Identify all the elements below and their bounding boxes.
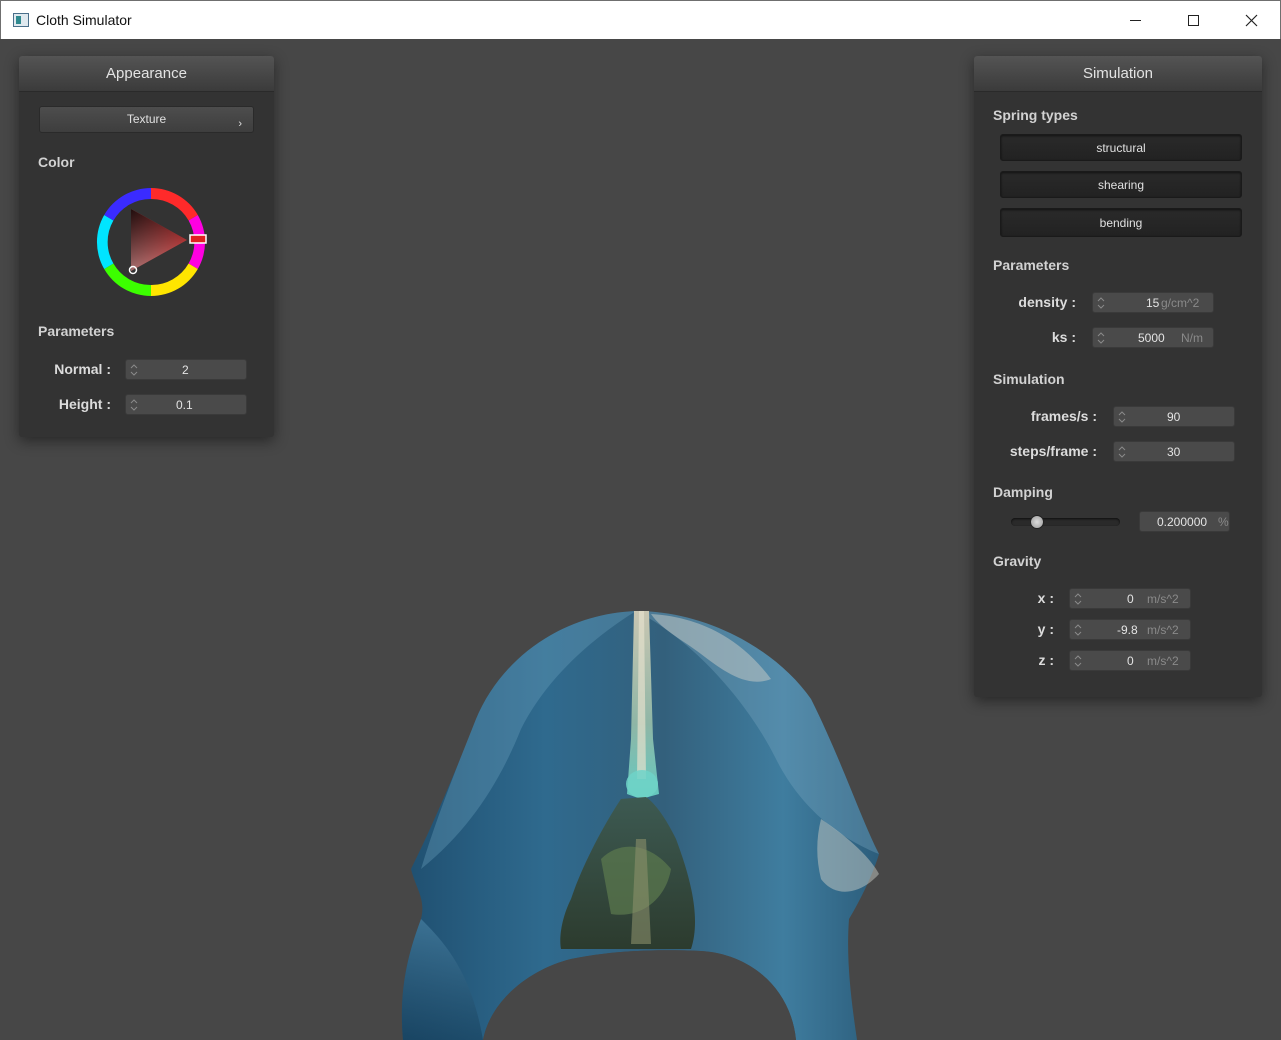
gravity-y-unit: m/s^2	[1147, 623, 1179, 637]
gravity-z-unit: m/s^2	[1147, 654, 1179, 668]
minimize-button[interactable]	[1106, 1, 1164, 40]
chevron-right-icon: ›	[238, 118, 242, 130]
app-icon	[13, 13, 29, 27]
density-spinbox[interactable]: 15 g/cm^2	[1092, 292, 1214, 313]
window-titlebar: Cloth Simulator	[0, 0, 1281, 39]
height-label: Height :	[58, 396, 111, 412]
simulation-panel: Simulation Spring types structural shear…	[974, 56, 1262, 697]
spin-arrows-icon[interactable]	[1097, 331, 1105, 345]
structural-toggle[interactable]: structural	[1000, 134, 1242, 161]
steps-label: steps/frame :	[1009, 443, 1097, 459]
minimize-icon	[1129, 20, 1141, 21]
spin-arrows-icon[interactable]	[1118, 410, 1126, 424]
density-value: 15	[1146, 296, 1160, 310]
maximize-button[interactable]	[1164, 1, 1222, 40]
normal-spinbox[interactable]: 2	[125, 359, 247, 380]
window-title: Cloth Simulator	[36, 12, 132, 28]
gravity-y-spinbox[interactable]: -9.8 m/s^2	[1069, 619, 1191, 640]
appearance-panel-header[interactable]: Appearance	[19, 56, 274, 92]
density-label: density :	[1018, 294, 1076, 310]
height-value: 0.1	[176, 398, 193, 412]
spin-arrows-icon[interactable]	[1074, 623, 1082, 637]
texture-button-label: Texture	[126, 112, 167, 126]
gravity-z-spinbox[interactable]: 0 m/s^2	[1069, 650, 1191, 671]
damping-value: 0.200000	[1157, 515, 1208, 529]
height-spinbox[interactable]: 0.1	[125, 394, 247, 415]
ks-unit: N/m	[1181, 331, 1203, 345]
close-icon	[1245, 14, 1257, 27]
bending-toggle-label: bending	[1099, 216, 1143, 230]
simulation-panel-header[interactable]: Simulation	[974, 56, 1262, 92]
density-unit: g/cm^2	[1161, 296, 1200, 310]
ks-value: 5000	[1138, 331, 1165, 345]
damping-slider-handle[interactable]	[1030, 515, 1044, 529]
spring-types-label: Spring types	[993, 107, 1078, 123]
spin-arrows-icon[interactable]	[130, 363, 138, 377]
steps-spinbox[interactable]: 30	[1113, 441, 1235, 462]
fps-spinbox[interactable]: 90	[1113, 406, 1235, 427]
spin-arrows-icon[interactable]	[1118, 445, 1126, 459]
close-button[interactable]	[1222, 1, 1280, 40]
spin-arrows-icon[interactable]	[130, 398, 138, 412]
fps-label: frames/s :	[1030, 408, 1097, 424]
maximize-icon	[1187, 15, 1199, 26]
bending-toggle[interactable]: bending	[1000, 208, 1242, 237]
simulation-section-label: Simulation	[993, 371, 1065, 387]
shearing-toggle-label: shearing	[1097, 178, 1145, 192]
gravity-z-label: z :	[1038, 652, 1054, 668]
gravity-x-unit: m/s^2	[1147, 592, 1179, 606]
texture-button[interactable]: Texture ›	[39, 106, 254, 133]
simulation-parameters-label: Parameters	[993, 257, 1070, 273]
color-wheel[interactable]	[93, 184, 209, 300]
gravity-label: Gravity	[993, 553, 1042, 569]
ks-spinbox[interactable]: 5000 N/m	[1092, 327, 1214, 348]
steps-value: 30	[1167, 445, 1181, 459]
damping-field[interactable]: 0.200000 %	[1139, 511, 1230, 532]
spin-arrows-icon[interactable]	[1074, 592, 1082, 606]
fps-value: 90	[1167, 410, 1181, 424]
saturation-triangle[interactable]	[131, 209, 187, 271]
damping-slider[interactable]	[1011, 518, 1120, 526]
damping-label: Damping	[993, 484, 1053, 500]
gravity-x-spinbox[interactable]: 0 m/s^2	[1069, 588, 1191, 609]
appearance-parameters-label: Parameters	[38, 323, 115, 339]
gravity-z-value: 0	[1127, 654, 1134, 668]
shearing-toggle[interactable]: shearing	[1000, 171, 1242, 198]
ks-label: ks :	[1051, 329, 1076, 345]
gravity-x-value: 0	[1127, 592, 1134, 606]
hue-handle[interactable]	[189, 234, 207, 244]
spin-arrows-icon[interactable]	[1074, 654, 1082, 668]
damping-unit: %	[1218, 515, 1229, 529]
appearance-panel: Appearance Texture › Color Parameters No…	[19, 56, 274, 437]
gravity-y-label: y :	[1037, 621, 1054, 637]
structural-toggle-label: structural	[1096, 141, 1146, 155]
gravity-x-label: x :	[1037, 590, 1054, 606]
simulation-viewport[interactable]: Appearance Texture › Color Parameters No…	[1, 39, 1280, 1040]
normal-value: 2	[182, 363, 189, 377]
normal-label: Normal :	[54, 361, 111, 377]
color-label: Color	[38, 154, 75, 170]
gravity-y-value: -9.8	[1117, 623, 1138, 637]
spin-arrows-icon[interactable]	[1097, 296, 1105, 310]
